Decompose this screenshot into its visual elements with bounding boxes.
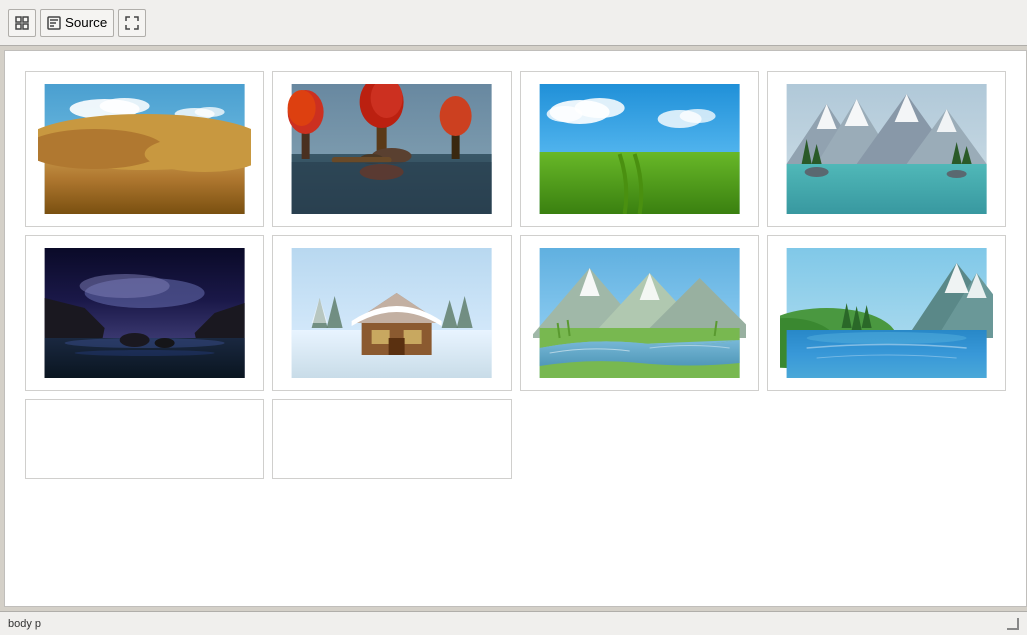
fullscreen-icon [125,16,139,30]
image-winter [285,248,498,378]
toolbar: Source [0,0,1027,46]
image-blue-lake [780,248,993,378]
main-area [0,46,1027,611]
image-mountain-river [533,248,746,378]
resize-handle[interactable] [1007,618,1019,630]
fullscreen-button[interactable] [118,9,146,37]
image-grid [25,71,1006,479]
source-icon [47,16,61,30]
content-area[interactable] [4,50,1027,607]
image-cell-empty2 [272,399,511,479]
image-mountain-lake [780,84,993,214]
image-cell-autumn[interactable] [272,71,511,227]
image-cell-mountain-river[interactable] [520,235,759,391]
image-cell-mountain-lake[interactable] [767,71,1006,227]
status-bar: body p [0,611,1027,635]
grid-view-button[interactable] [8,9,36,37]
status-text: body p [8,618,41,630]
grid-icon [15,16,29,30]
image-cell-empty1 [25,399,264,479]
image-coast [38,248,251,378]
image-cell-winter[interactable] [272,235,511,391]
image-desert [38,84,251,214]
image-grass [533,84,746,214]
image-autumn [285,84,498,214]
image-cell-grass[interactable] [520,71,759,227]
source-label: Source [65,15,107,30]
image-cell-desert[interactable] [25,71,264,227]
image-cell-coast[interactable] [25,235,264,391]
image-cell-blue-lake[interactable] [767,235,1006,391]
source-button[interactable]: Source [40,9,114,37]
